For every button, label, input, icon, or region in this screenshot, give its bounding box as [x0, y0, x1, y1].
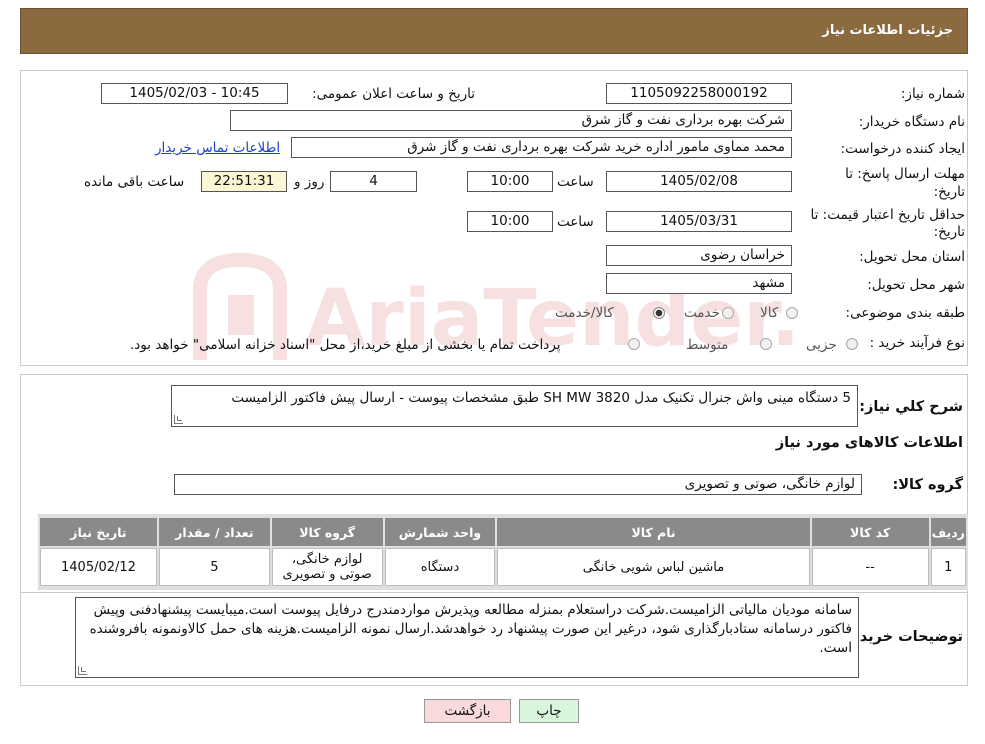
remaining-time-field: 22:51:31	[201, 171, 287, 192]
cell-row-number: 1	[930, 548, 966, 586]
remaining-time-label: ساعت باقی مانده	[84, 174, 185, 190]
description-label: شرح کلي نياز:	[859, 399, 963, 415]
goods-group-field: لوازم خانگی، صوتی و تصویری	[174, 474, 862, 495]
cell-need-date: 1405/02/12	[40, 548, 157, 586]
process-label: نوع فرآیند خرید :	[869, 335, 965, 351]
buyer-notes-text: سامانه مودیان مالیاتی الزامیست.شرکت دراس…	[89, 602, 852, 656]
col-group: گروه کالا	[271, 518, 383, 546]
cell-item-name: ماشین لباس شویی خانگی	[497, 548, 810, 586]
announce-field: 1405/02/03 - 10:45	[101, 83, 288, 104]
cell-item-code: --	[811, 548, 929, 586]
creator-label: ایجاد کننده درخواست:	[840, 141, 965, 157]
description-text: 5 دستگاه مینی واش جنرال تکنیک مدل SH MW …	[231, 390, 851, 406]
days-label: روز و	[294, 174, 325, 190]
col-item-code: کد کالا	[811, 518, 929, 546]
page-header: جزئیات اطلاعات نیاز	[20, 8, 968, 54]
print-button[interactable]: چاپ	[519, 699, 579, 723]
need-number-label: شماره نیاز:	[900, 86, 965, 102]
col-unit: واحد شمارش	[384, 518, 496, 546]
category-radio-goods[interactable]	[786, 307, 798, 319]
col-need-date: تاریخ نیاز	[40, 518, 157, 546]
col-row-number: ردیف	[930, 518, 966, 546]
description-field: 5 دستگاه مینی واش جنرال تکنیک مدل SH MW …	[171, 385, 858, 427]
items-table: ردیف کد کالا نام کالا واحد شمارش گروه کا…	[38, 516, 968, 588]
buyer-org-field: شرکت بهره برداری نفت و گاز شرق	[230, 110, 792, 131]
validity-label-2: تاریخ:	[933, 224, 965, 240]
cell-unit: دستگاه	[384, 548, 496, 586]
cell-group: لوازم خانگی، صوتی و تصویری	[271, 548, 383, 586]
announce-label: تاریخ و ساعت اعلان عمومی:	[312, 86, 475, 102]
category-radio-service[interactable]	[722, 307, 734, 319]
items-table-header: ردیف کد کالا نام کالا واحد شمارش گروه کا…	[40, 518, 966, 546]
city-label: شهر محل تحویل:	[867, 277, 965, 293]
validity-date-field: 1405/03/31	[606, 211, 792, 232]
category-label: طبقه بندی موضوعی:	[845, 305, 965, 321]
validity-time-field: 10:00	[467, 211, 553, 232]
validity-time-label: ساعت	[557, 214, 594, 230]
province-field: خراسان رضوی	[606, 245, 792, 266]
reply-deadline-label: مهلت ارسال پاسخ: تا	[845, 166, 965, 182]
cell-quantity: 5	[158, 548, 270, 586]
category-radio-goods-service[interactable]	[653, 307, 665, 319]
buyer-contact-link[interactable]: اطلاعات تماس خریدار	[155, 140, 280, 156]
resize-grip-icon[interactable]	[78, 666, 87, 675]
table-row: 1 -- ماشین لباس شویی خانگی دستگاه لوازم …	[40, 548, 966, 586]
process-radio-minor[interactable]	[846, 338, 858, 350]
reply-date-field: 1405/02/08	[606, 171, 792, 192]
city-field: مشهد	[606, 273, 792, 294]
reply-deadline-label-2: تاریخ:	[933, 184, 965, 200]
process-note: پرداخت تمام یا بخشی از مبلغ خرید،از محل …	[130, 337, 561, 353]
col-item-name: نام کالا	[497, 518, 810, 546]
process-radio-medium[interactable]	[760, 338, 772, 350]
page-title: جزئیات اطلاعات نیاز	[822, 23, 953, 38]
need-number-field: 1105092258000192	[606, 83, 792, 104]
buyer-notes-field: سامانه مودیان مالیاتی الزامیست.شرکت دراس…	[75, 597, 859, 678]
category-option-goods-service: کالا/خدمت	[555, 305, 614, 321]
province-label: استان محل تحویل:	[859, 249, 965, 265]
buyer-org-label: نام دستگاه خریدار:	[858, 114, 965, 130]
reply-time-label: ساعت	[557, 174, 594, 190]
process-radio-treasury[interactable]	[628, 338, 640, 350]
process-option-medium: متوسط	[686, 337, 729, 353]
process-option-minor: جزیی	[806, 337, 837, 353]
reply-time-field: 10:00	[467, 171, 553, 192]
resize-grip-icon[interactable]	[174, 415, 183, 424]
goods-section-title: اطلاعات کالاهای مورد نیاز	[775, 435, 963, 451]
back-button[interactable]: بازگشت	[424, 699, 511, 723]
days-field: 4	[330, 171, 417, 192]
col-quantity: تعداد / مقدار	[158, 518, 270, 546]
validity-label: حداقل تاریخ اعتبار قیمت: تا	[810, 207, 965, 223]
category-option-goods: کالا	[760, 305, 779, 321]
creator-field: محمد مماوی مامور اداره خرید شرکت بهره بر…	[291, 137, 792, 158]
category-option-service: خدمت	[684, 305, 720, 321]
goods-group-label: گروه کالا:	[892, 477, 963, 493]
